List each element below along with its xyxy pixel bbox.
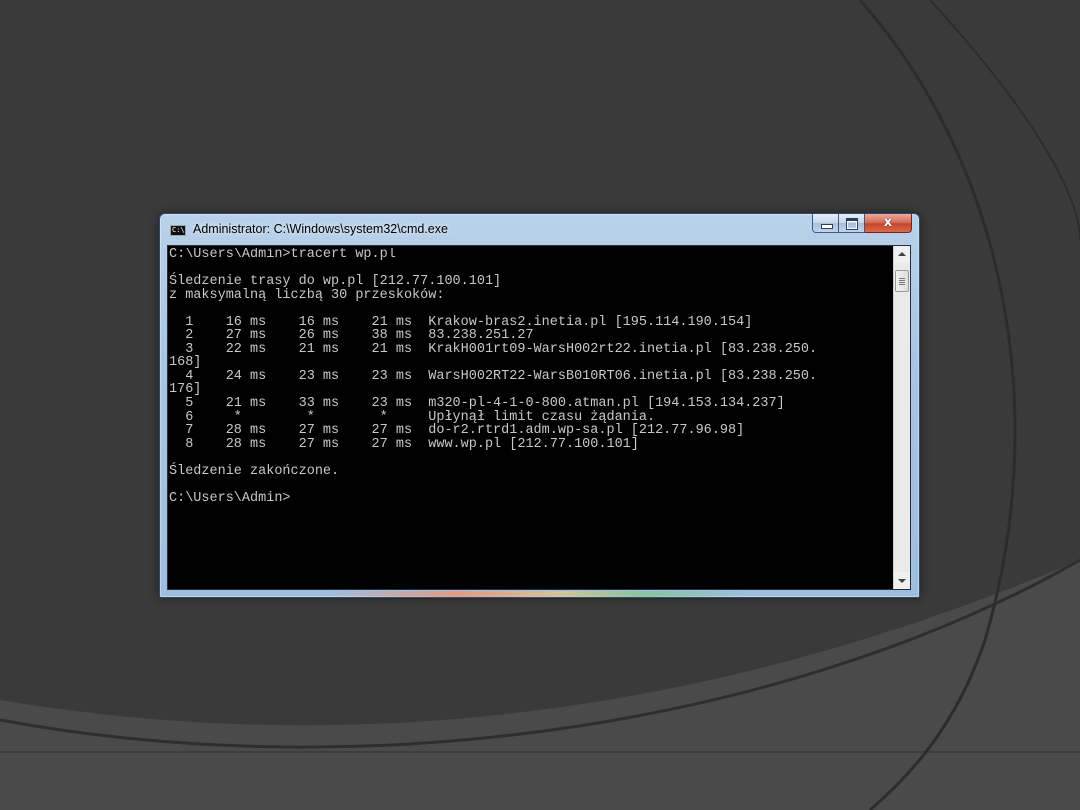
- console-line: 4 24 ms 23 ms 23 ms WarsH002RT22-WarsB01…: [169, 368, 818, 384]
- console-line: 7 28 ms 27 ms 27 ms do-r2.rtrd1.adm.wp-s…: [169, 423, 745, 439]
- cmd-window: C:\ Administrator: C:\Windows\system32\c…: [159, 213, 920, 598]
- maximize-icon: [846, 218, 858, 230]
- vertical-scrollbar[interactable]: [893, 246, 910, 589]
- console-line: 8 28 ms 27 ms 27 ms www.wp.pl [212.77.10…: [169, 436, 639, 452]
- console-prompt: C:\Users\Admin>: [169, 490, 291, 506]
- grip-line: [899, 284, 905, 285]
- grip-line: [899, 282, 905, 283]
- cmd-icon[interactable]: C:\: [170, 225, 186, 236]
- console-line: 176]: [169, 382, 202, 398]
- window-frame-glow: [330, 591, 750, 597]
- console-line: 5 21 ms 33 ms 23 ms m320-pl-4-1-0-800.at…: [169, 396, 785, 412]
- console-line: 6 * * * Upłynął limit czasu żądania.: [169, 409, 656, 425]
- scroll-up-button[interactable]: [894, 246, 910, 263]
- console-line: 3 22 ms 21 ms 21 ms KrakH001rt09-WarsH00…: [169, 341, 818, 357]
- console-line: Śledzenie zakończone.: [169, 463, 340, 479]
- maximize-button[interactable]: [839, 214, 865, 233]
- scroll-down-button[interactable]: [894, 572, 910, 589]
- console-area[interactable]: C:\Users\Admin>tracert wp.pl Śledzenie tr…: [167, 245, 911, 590]
- console-line: z maksymalną liczbą 30 przeskoków:: [169, 287, 445, 303]
- console-output[interactable]: C:\Users\Admin>tracert wp.pl Śledzenie tr…: [169, 248, 891, 505]
- title-bar[interactable]: C:\ Administrator: C:\Windows\system32\c…: [160, 214, 919, 245]
- arrow-down-icon: [898, 579, 906, 583]
- minimize-icon: [821, 224, 833, 229]
- caption-buttons: x: [812, 214, 912, 233]
- close-button[interactable]: x: [865, 214, 912, 233]
- arrow-up-icon: [898, 252, 906, 256]
- console-line: 168]: [169, 355, 202, 371]
- console-line: 2 27 ms 26 ms 38 ms 83.238.251.27: [169, 328, 534, 344]
- console-line: C:\Users\Admin>tracert wp.pl: [169, 248, 396, 262]
- window-title: Administrator: C:\Windows\system32\cmd.e…: [193, 222, 448, 236]
- minimize-button[interactable]: [812, 214, 839, 233]
- console-line: 1 16 ms 16 ms 21 ms Krakow-bras2.inetia.…: [169, 314, 753, 330]
- scroll-thumb[interactable]: [895, 270, 909, 292]
- close-icon: x: [883, 215, 893, 230]
- grip-line: [899, 278, 905, 279]
- grip-line: [899, 280, 905, 281]
- console-line: Śledzenie trasy do wp.pl [212.77.100.101…: [169, 274, 502, 290]
